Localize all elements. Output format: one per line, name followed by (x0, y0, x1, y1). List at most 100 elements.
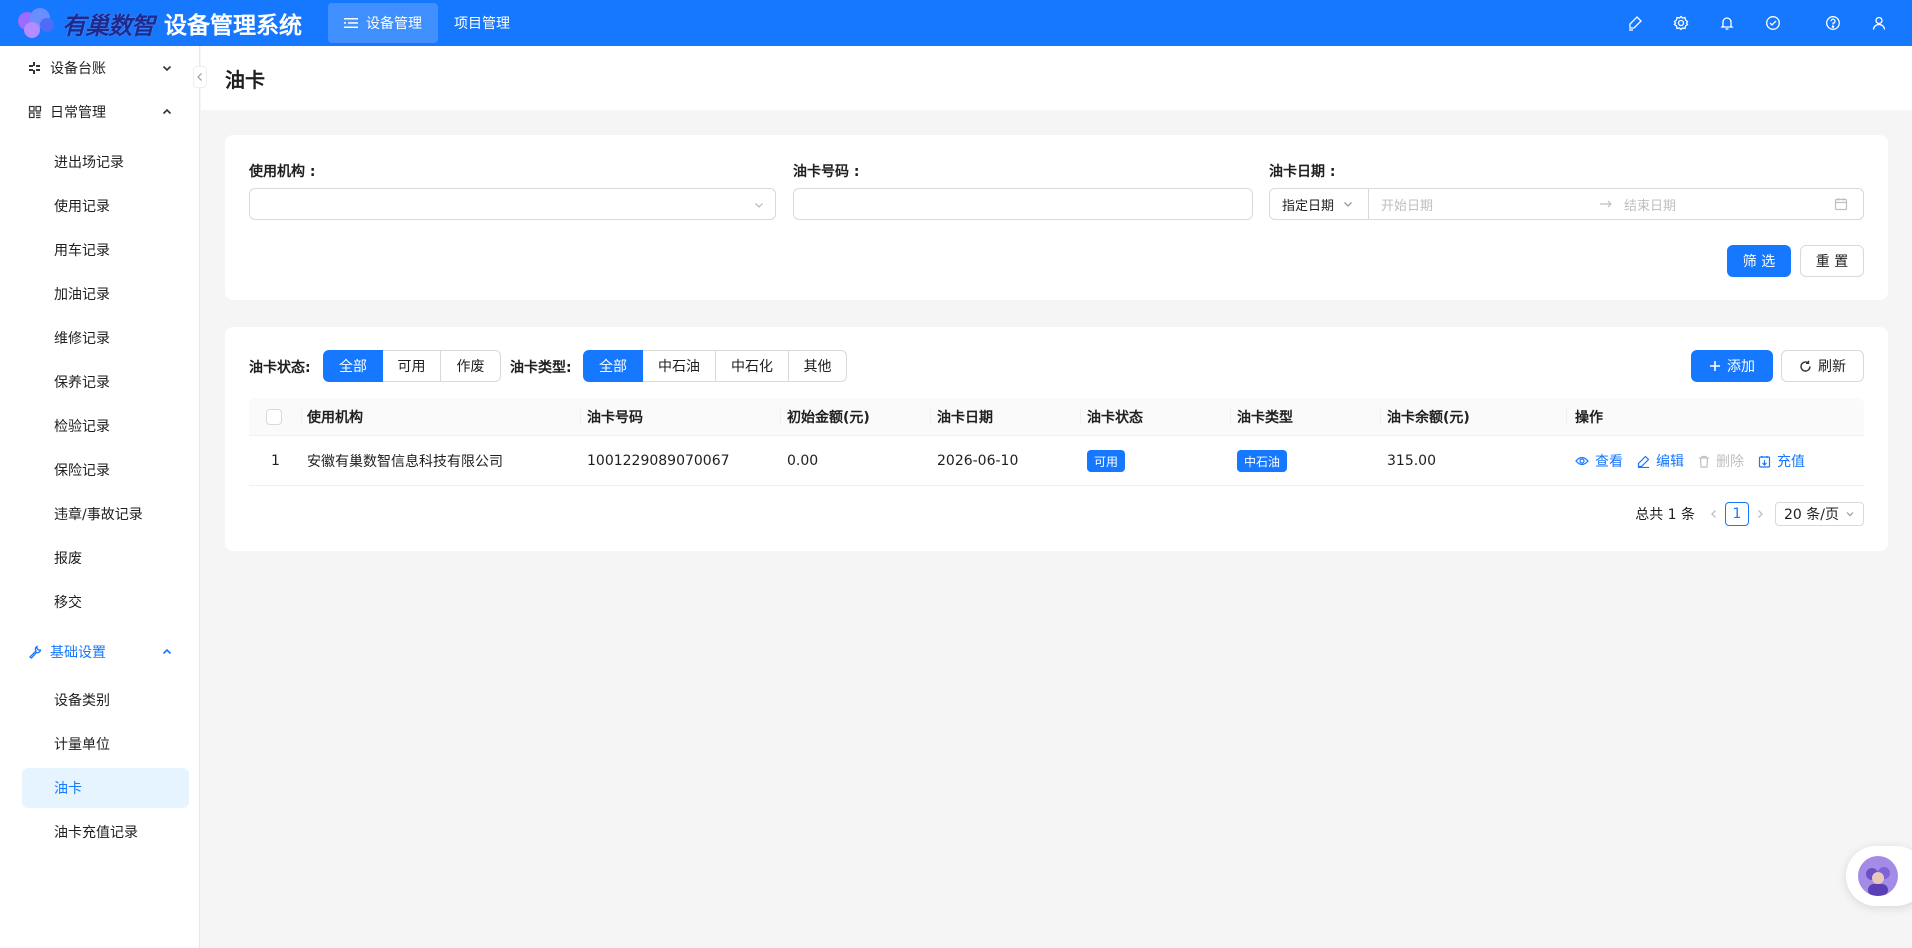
topnav-equipment[interactable]: 设备管理 (328, 3, 438, 43)
sidebar-item-insurance[interactable]: 保险记录 (0, 448, 199, 492)
sidebar-item-usage[interactable]: 使用记录 (0, 184, 199, 228)
type-option-all[interactable]: 全部 (583, 350, 643, 382)
table-row: 1 安徽有巢数智信息科技有限公司 1001229089070067 0.00 2… (249, 436, 1864, 486)
topnav-equipment-label: 设备管理 (366, 16, 422, 32)
col-card-date: 油卡日期 (937, 410, 993, 426)
column-divider (930, 409, 931, 425)
sidebar-collapse-button[interactable] (193, 66, 207, 88)
sidebar-item-oil-card[interactable]: 油卡 (22, 768, 189, 808)
sidebar-item-label: 设备类别 (54, 693, 110, 709)
select-all-checkbox[interactable] (266, 398, 282, 436)
sidebar-item-equipment-category[interactable]: 设备类别 (0, 678, 199, 722)
sidebar-group-label: 设备台账 (50, 61, 106, 77)
card-no-label: 油卡号码 : (793, 164, 860, 180)
segment-label: 全部 (339, 359, 367, 375)
sidebar-item-oil-card-recharge[interactable]: 油卡充值记录 (0, 810, 199, 854)
sidebar-item-violation[interactable]: 违章/事故记录 (0, 492, 199, 536)
sidebar: 设备台账 日常管理 进出场记录 使用记录 用车记录 加油记录 维修记录 保养记录… (0, 46, 200, 948)
start-date-input[interactable]: 开始日期 (1381, 195, 1599, 214)
col-status: 油卡状态 (1087, 410, 1143, 426)
sidebar-item-unit[interactable]: 计量单位 (0, 722, 199, 766)
view-button-label: 查看 (1595, 454, 1623, 470)
sidebar-item-repair[interactable]: 维修记录 (0, 316, 199, 360)
page-size-value: 20 条/页 (1784, 507, 1839, 523)
segment-label: 全部 (599, 359, 627, 375)
sidebar-item-maintenance[interactable]: 保养记录 (0, 360, 199, 404)
sidebar-item-transfer[interactable]: 移交 (0, 580, 199, 624)
end-date-input[interactable]: 结束日期 (1624, 195, 1834, 214)
assistant-avatar-icon (1858, 856, 1898, 896)
column-divider (301, 409, 302, 425)
cell-status: 可用 (1087, 436, 1126, 486)
segment-label: 中石化 (731, 359, 773, 375)
row-index: 1 (271, 453, 280, 469)
sidebar-item-entry-exit[interactable]: 进出场记录 (0, 140, 199, 184)
cell-org: 安徽有巢数智信息科技有限公司 (307, 454, 503, 470)
help-icon[interactable] (1810, 0, 1856, 46)
org-select[interactable] (249, 188, 776, 220)
type-option-cnpc[interactable]: 中石油 (643, 350, 716, 382)
sidebar-group-equipment-ledger[interactable]: 设备台账 (0, 46, 199, 90)
chevron-up-icon (161, 106, 173, 118)
topnav-project[interactable]: 项目管理 (438, 3, 526, 43)
segment-label: 其他 (803, 359, 832, 375)
sidebar-group-basic-settings[interactable]: 基础设置 (0, 630, 199, 674)
brush-icon[interactable] (1612, 0, 1658, 46)
reset-button[interactable]: 重 置 (1800, 245, 1864, 277)
filter-button[interactable]: 筛 选 (1727, 245, 1791, 277)
chevron-up-icon (161, 646, 173, 658)
gear-icon[interactable] (1658, 0, 1704, 46)
delete-button[interactable]: 删除 (1698, 451, 1744, 471)
header-icons (1612, 0, 1902, 46)
top-nav: 设备管理 项目管理 (328, 0, 526, 46)
sidebar-group-label: 基础设置 (50, 645, 106, 661)
check-circle-icon[interactable] (1750, 0, 1796, 46)
cell-actions: 查看 编辑 删除 充值 (1575, 436, 1819, 486)
assistant-float-button[interactable] (1846, 846, 1912, 906)
date-range-picker[interactable]: 开始日期 结束日期 (1369, 188, 1864, 220)
sidebar-item-label: 检验记录 (54, 419, 110, 435)
edit-button[interactable]: 编辑 (1637, 451, 1684, 471)
view-button[interactable]: 查看 (1575, 451, 1623, 471)
next-page-icon[interactable] (1755, 509, 1765, 519)
sidebar-item-inspection[interactable]: 检验记录 (0, 404, 199, 448)
page-size-select[interactable]: 20 条/页 (1775, 502, 1864, 526)
column-divider (1230, 409, 1231, 425)
status-option-available[interactable]: 可用 (383, 350, 441, 382)
edit-button-label: 编辑 (1656, 454, 1684, 470)
refresh-icon (1799, 360, 1812, 373)
recharge-button[interactable]: 充值 (1758, 451, 1805, 471)
logo-mark-icon (14, 6, 66, 40)
page-title: 油卡 (225, 67, 265, 92)
type-option-other[interactable]: 其他 (789, 350, 847, 382)
table-header: 使用机构 油卡号码 初始金额(元) 油卡日期 油卡状态 油卡类型 油卡余额(元)… (249, 398, 1864, 436)
col-balance: 油卡余额(元) (1387, 410, 1470, 426)
type-badge: 中石油 (1237, 450, 1288, 472)
refresh-button[interactable]: 刷新 (1781, 350, 1864, 382)
sidebar-item-refuel[interactable]: 加油记录 (0, 272, 199, 316)
sidebar-group-daily[interactable]: 日常管理 (0, 90, 199, 134)
chevron-down-icon (753, 199, 765, 211)
status-option-all[interactable]: 全部 (323, 350, 383, 382)
plus-icon (1709, 360, 1721, 372)
sidebar-item-label: 移交 (54, 595, 82, 611)
org-label: 使用机构 : (249, 164, 316, 180)
topnav-project-label: 项目管理 (454, 16, 510, 32)
type-option-sinopec[interactable]: 中石化 (716, 350, 789, 382)
sidebar-item-vehicle[interactable]: 用车记录 (0, 228, 199, 272)
trash-icon (1698, 455, 1716, 468)
date-mode-select[interactable]: 指定日期 (1269, 188, 1369, 220)
status-option-void[interactable]: 作废 (441, 350, 501, 382)
user-icon[interactable] (1856, 0, 1902, 46)
recharge-button-label: 充值 (1777, 454, 1805, 470)
add-button[interactable]: 添加 (1691, 350, 1773, 382)
cell-card-no: 1001229089070067 (587, 453, 730, 469)
prev-page-icon[interactable] (1709, 509, 1719, 519)
sidebar-item-scrap[interactable]: 报废 (0, 536, 199, 580)
type-filter-label: 油卡类型: (510, 360, 572, 376)
date-label: 油卡日期 : (1269, 164, 1336, 180)
card-no-input[interactable] (793, 188, 1253, 220)
bell-icon[interactable] (1704, 0, 1750, 46)
page-1-button[interactable]: 1 (1725, 502, 1750, 526)
col-actions: 操作 (1575, 410, 1603, 426)
